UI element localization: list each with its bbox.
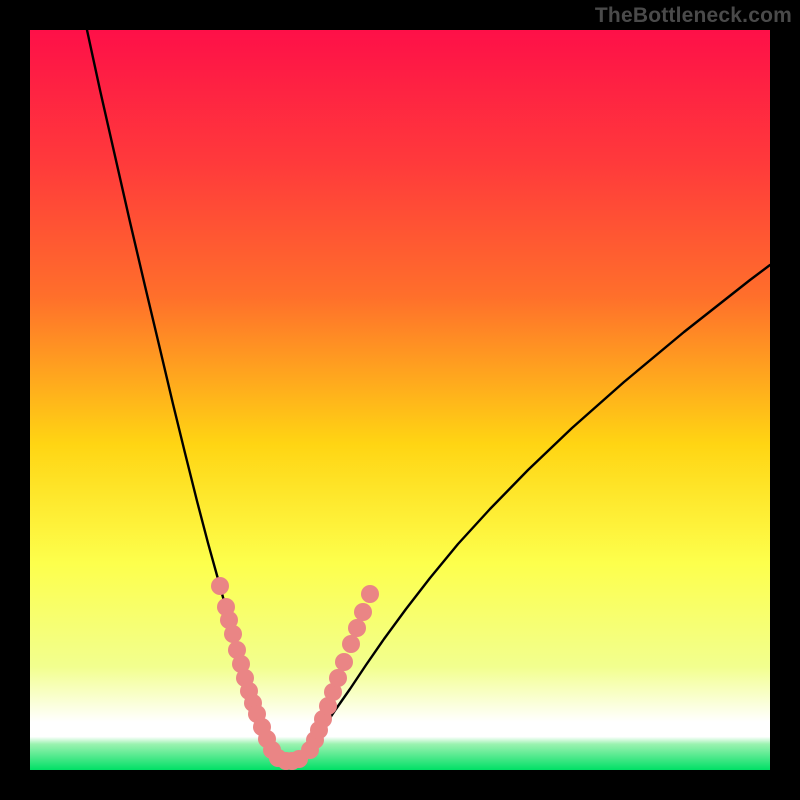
data-point bbox=[329, 669, 347, 687]
data-point bbox=[211, 577, 229, 595]
chart-svg bbox=[30, 30, 770, 770]
plot-area bbox=[30, 30, 770, 770]
data-point bbox=[361, 585, 379, 603]
data-point bbox=[342, 635, 360, 653]
chart-frame: TheBottleneck.com bbox=[0, 0, 800, 800]
data-point bbox=[224, 625, 242, 643]
watermark-text: TheBottleneck.com bbox=[595, 4, 792, 28]
data-point bbox=[348, 619, 366, 637]
data-point bbox=[335, 653, 353, 671]
data-point bbox=[354, 603, 372, 621]
gradient-background bbox=[30, 30, 770, 770]
